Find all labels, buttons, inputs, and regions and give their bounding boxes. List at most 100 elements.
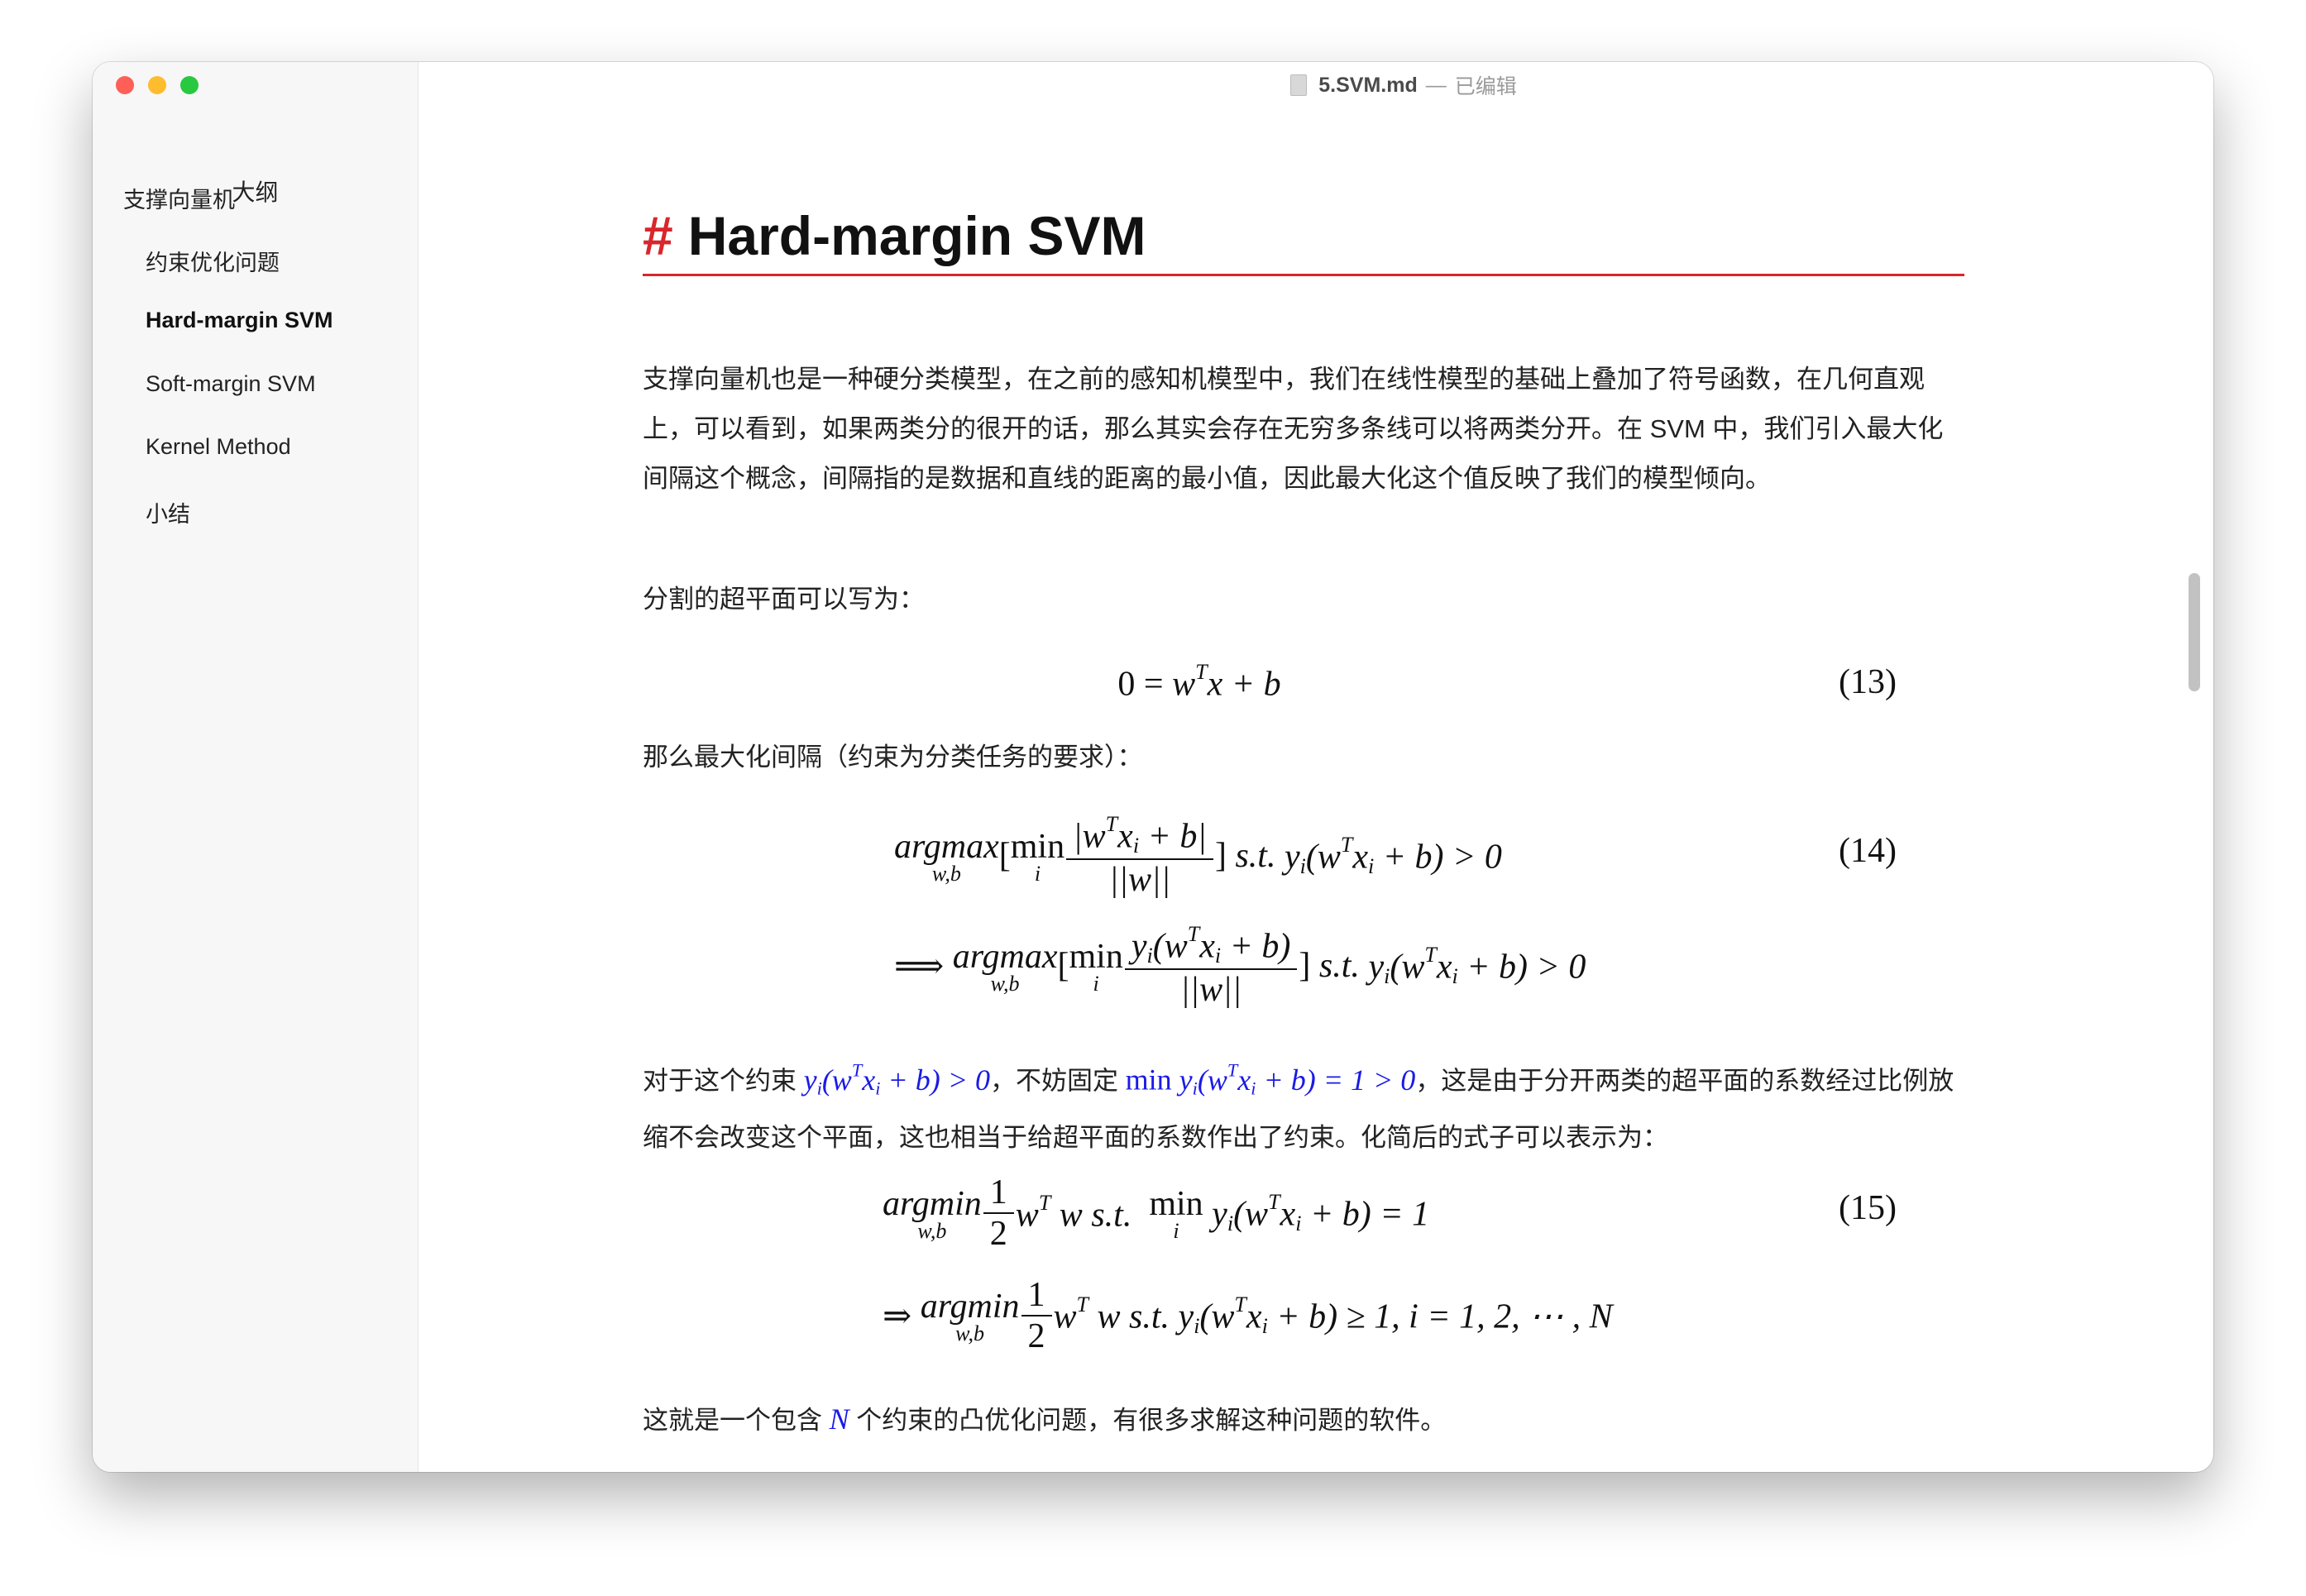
x: x (1117, 817, 1133, 856)
eq13-w: w (1172, 665, 1196, 704)
eq13-rest: x + b (1207, 665, 1281, 704)
sub-i: i (1452, 964, 1458, 988)
sup-T: T (1234, 1292, 1246, 1316)
sup-T: T (1038, 1191, 1051, 1216)
editor-window: 大纲 支撑向量机 约束优化问题 Hard-margin SVM Soft-mar… (93, 62, 2213, 1472)
y: y (1131, 927, 1147, 966)
paragraph-conclusion: 这就是一个包含 N 个约束的凸优化问题，有很多求解这种问题的软件。 (643, 1394, 1966, 1445)
x: x (1352, 838, 1368, 877)
y: y (1368, 948, 1385, 987)
equation-15-line-1: argmin w,b 12 wT w s.t. min i yi(wTxi + b)… (883, 1164, 1897, 1263)
inline-math-fix: min yi(wTxi + b) = 1 > 0 (1125, 1059, 1416, 1098)
equation-number-13: (13) (1839, 663, 1897, 701)
w: w (1053, 1297, 1077, 1336)
sup-T: T (1340, 832, 1353, 857)
frac-den: 2 (1021, 1315, 1052, 1356)
heading-text: Hard-margin SVM (687, 205, 1146, 266)
w: w (1015, 1196, 1039, 1235)
frac-num-tail: + b) (1221, 927, 1291, 966)
y: y (1178, 1297, 1194, 1336)
y: y (803, 1063, 817, 1097)
w: w (1050, 1196, 1092, 1235)
m: (w (1233, 1195, 1269, 1234)
inline-math-N: N (829, 1402, 849, 1436)
argmax: argmax (952, 937, 1058, 976)
frac-den: 2 (983, 1212, 1014, 1254)
document-content: 5.SVM.md — 已编辑 # Hard-margin SVM 支撑向量机也是一… (418, 62, 2213, 1472)
sub-i: i (1299, 854, 1306, 878)
sup-T: T (1424, 942, 1437, 967)
m: (w (1197, 1063, 1227, 1097)
heading-marker: # (643, 205, 673, 266)
x: x (862, 1063, 876, 1097)
min: min (1125, 1063, 1179, 1097)
min-subscript: i (1034, 861, 1041, 886)
y: y (1212, 1195, 1227, 1234)
bracket-close: ] (1214, 837, 1227, 875)
inline-math-constraint: yi(wTxi + b) > 0 (803, 1059, 990, 1098)
sub-i: i (1132, 833, 1140, 858)
m-tail: + b) = 1 > 0 (1256, 1063, 1416, 1097)
frac-num: |w (1073, 817, 1106, 856)
sub-i: i (1261, 1314, 1268, 1338)
vertical-scrollbar[interactable] (2189, 573, 2200, 691)
implies-symbol: ⟹ (894, 948, 945, 986)
argmin: argmin (883, 1184, 982, 1223)
frac-den: ||w|| (1066, 858, 1213, 900)
sub-i: i (1227, 1211, 1234, 1235)
such-that: s.t. (1318, 947, 1360, 985)
sub-i: i (1146, 943, 1153, 968)
eq13-T: T (1195, 660, 1208, 685)
min-subscript: i (1173, 1218, 1179, 1243)
sup-T: T (851, 1059, 863, 1080)
m: (w (1199, 1297, 1235, 1336)
frac-num: (w (1152, 927, 1188, 966)
x: x (1246, 1297, 1262, 1336)
implies-symbol: ⇒ (883, 1297, 912, 1336)
x: x (1199, 927, 1215, 966)
paragraph-maximize-margin: 那么最大化间隔（约束为分类任务的要求）： (643, 743, 1143, 772)
constraint: (w (1305, 838, 1341, 877)
such-that: s.t. (1129, 1297, 1170, 1336)
bracket-open: [ (998, 837, 1011, 875)
bracket-close: ] (1299, 947, 1311, 985)
sup-T: T (1105, 811, 1118, 836)
argmax-subscript: w,b (931, 861, 961, 886)
such-that: s.t. (1091, 1196, 1132, 1235)
m-tail: + b) ≥ 1, i = 1, 2, ⋯ , N (1267, 1297, 1613, 1336)
such-that: s.t. (1235, 837, 1276, 875)
x: x (1280, 1195, 1296, 1234)
min: min (1010, 827, 1065, 866)
sup-T: T (1268, 1189, 1280, 1214)
text: ，不妨固定 (990, 1066, 1126, 1096)
equation-14-line-1: argmax w,b [ min i |wTxi + b| ||w|| ] s.t. … (894, 806, 1897, 906)
frac-num-tail: + b| (1139, 817, 1207, 856)
w: w (1088, 1297, 1130, 1336)
equation-15-line-2: ⇒ argmin w,b 12 wT w s.t. yi(wTxi + b) ≥ … (883, 1266, 1613, 1365)
paragraph-hyperplane: 分割的超平面可以写为： (643, 585, 925, 614)
x: x (1237, 1063, 1251, 1097)
equation-13: 0 = wTx + b (13) (643, 657, 1897, 707)
text: 这就是一个包含 (643, 1406, 830, 1435)
text: 个约束的凸优化问题，有很多求解这种问题的软件。 (849, 1406, 1447, 1435)
constraint-tail: + b) > 0 (1457, 948, 1586, 987)
min-subscript: i (1093, 971, 1099, 996)
paragraph-intro: 支撑向量机也是一种硬分类模型，在之前的感知机模型中，我们在线性模型的基础上叠加了… (643, 365, 1944, 493)
eq13-lhs: 0 = (1117, 665, 1173, 704)
x: x (1436, 948, 1452, 987)
text: 对于这个约束 (643, 1066, 804, 1096)
argmin: argmin (920, 1287, 1020, 1326)
bracket-open: [ (1057, 947, 1069, 985)
sub-i: i (1214, 943, 1222, 968)
argmax-subscript: w,b (990, 971, 1020, 996)
min: min (1149, 1184, 1203, 1223)
frac-num: 1 (1027, 1275, 1045, 1314)
paragraph-constraint: 对于这个约束 yi(wTxi + b) > 0，不妨固定 min yi(wTxi… (643, 1045, 1966, 1163)
m: (w (821, 1063, 852, 1097)
frac-den: ||w|| (1124, 968, 1298, 1010)
argmin-subscript: w,b (955, 1321, 985, 1345)
equation-number-15: (15) (1839, 1189, 1897, 1227)
sup-T: T (1227, 1059, 1238, 1080)
equation-number-14: (14) (1839, 832, 1897, 870)
argmax: argmax (894, 827, 999, 866)
